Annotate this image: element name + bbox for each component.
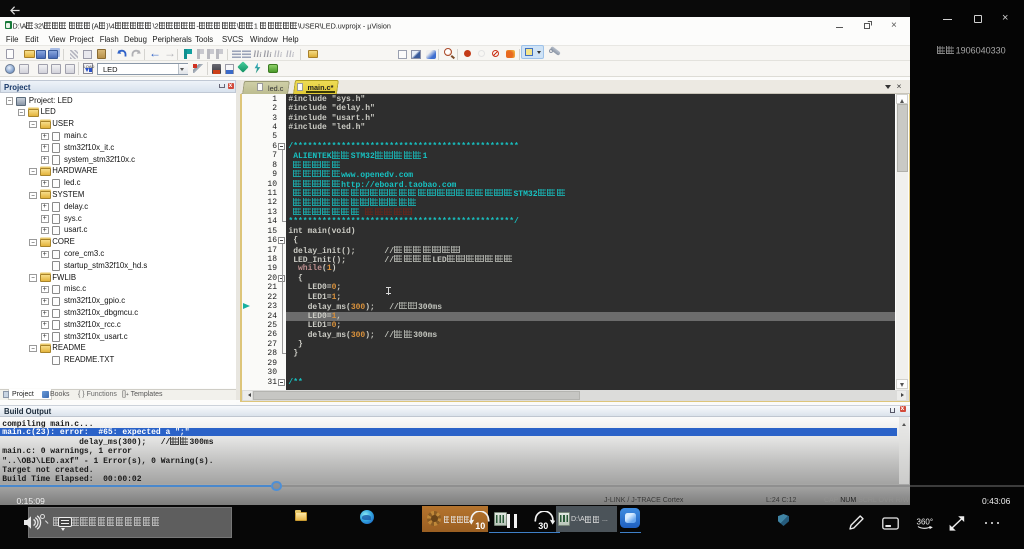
svg-text:30: 30 [538,520,548,530]
svg-text:360°: 360° [917,518,934,527]
svg-text:10: 10 [475,520,485,530]
